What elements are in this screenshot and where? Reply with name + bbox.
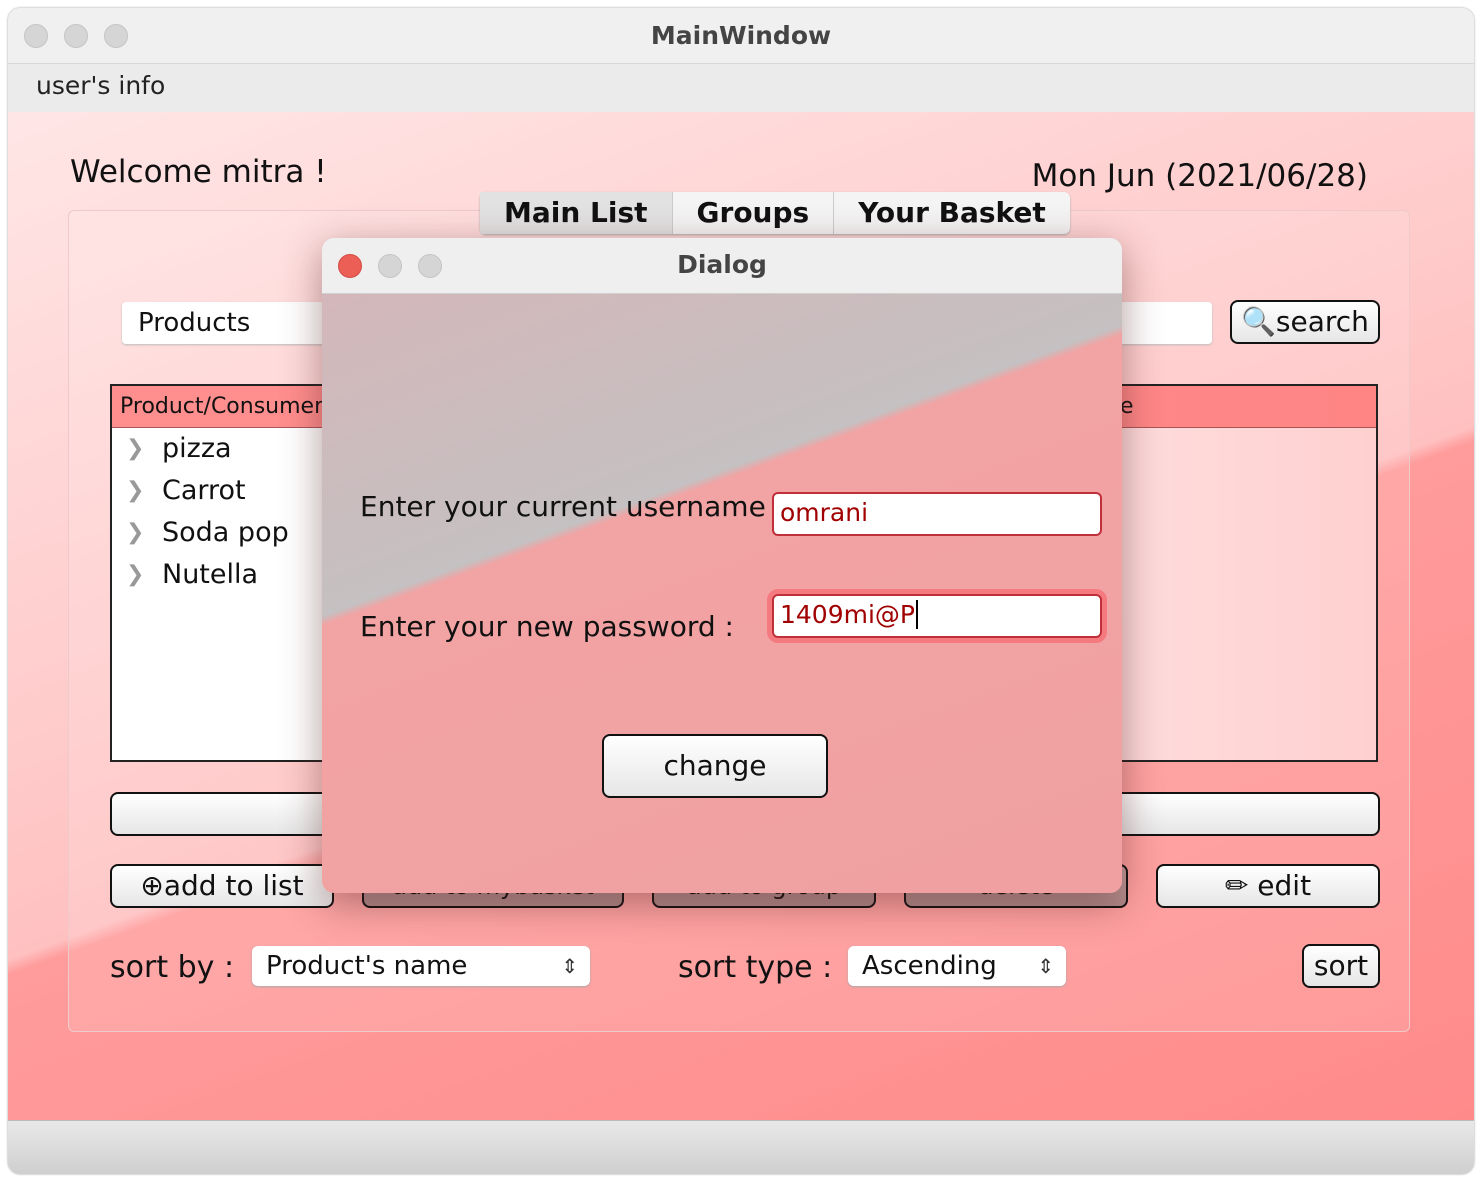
sort-by-value: Product's name — [266, 951, 468, 981]
zoom-button[interactable] — [104, 24, 128, 48]
status-bar — [8, 1120, 1474, 1174]
change-password-dialog: Dialog Enter your current username : omr… — [322, 238, 1122, 893]
chevron-right-icon[interactable]: ❯ — [126, 554, 144, 596]
date-text: Mon Jun (2021/06/28) — [1031, 158, 1368, 194]
chevron-right-icon[interactable]: ❯ — [126, 512, 144, 554]
tab-main-list[interactable]: Main List — [480, 192, 673, 234]
sort-by-select[interactable]: Product's name ⇕ — [252, 946, 590, 986]
menu-users-info[interactable]: user's info — [36, 71, 165, 100]
updown-icon: ⇕ — [1037, 954, 1054, 978]
chevron-right-icon[interactable]: ❯ — [126, 470, 144, 512]
dialog-close-button[interactable] — [338, 254, 362, 278]
edit-button[interactable]: ✏ edit — [1156, 864, 1380, 908]
chevron-right-icon[interactable]: ❯ — [126, 428, 144, 470]
password-label: Enter your new password : — [360, 610, 734, 643]
welcome-text: Welcome mitra ! — [70, 154, 327, 190]
sort-by-label: sort by : — [110, 950, 235, 985]
dialog-zoom-button[interactable] — [418, 254, 442, 278]
updown-icon: ⇕ — [561, 954, 578, 978]
dialog-title-bar: Dialog — [322, 238, 1122, 294]
tab-your-basket[interactable]: Your Basket — [834, 192, 1070, 234]
search-button[interactable]: 🔍search — [1230, 300, 1380, 344]
change-button[interactable]: change — [602, 734, 828, 798]
minimize-button[interactable] — [64, 24, 88, 48]
username-label: Enter your current username : — [360, 490, 785, 523]
tab-groups[interactable]: Groups — [673, 192, 835, 234]
plus-circle-icon: ⊕ — [140, 869, 164, 902]
password-input[interactable]: 1409mi@P — [772, 594, 1102, 638]
sort-type-select[interactable]: Ascending ⇕ — [848, 946, 1066, 986]
window-title: MainWindow — [650, 21, 832, 50]
row-label: Soda pop — [162, 517, 289, 548]
sort-type-label: sort type : — [678, 950, 833, 985]
close-button[interactable] — [24, 24, 48, 48]
row-label: Carrot — [162, 475, 246, 506]
pencil-icon: ✏ — [1224, 869, 1249, 902]
column-header-2: e — [1120, 394, 1134, 419]
text-cursor — [916, 600, 918, 629]
title-bar: MainWindow — [8, 8, 1474, 64]
row-label: Nutella — [162, 559, 259, 590]
tab-bar: Main List Groups Your Basket — [480, 192, 1070, 234]
sort-type-value: Ascending — [862, 951, 997, 981]
username-input[interactable]: omrani — [772, 492, 1102, 536]
search-icon: 🔍 — [1241, 305, 1276, 338]
add-to-list-button[interactable]: ⊕add to list — [110, 864, 334, 908]
dialog-title: Dialog — [677, 250, 767, 279]
dialog-minimize-button[interactable] — [378, 254, 402, 278]
menu-bar: user's info — [8, 64, 1474, 112]
column-header: Product/Consumer — [120, 394, 324, 419]
sort-button[interactable]: sort — [1302, 944, 1380, 988]
password-value: 1409mi@P — [780, 600, 915, 629]
row-label: pizza — [162, 433, 232, 464]
